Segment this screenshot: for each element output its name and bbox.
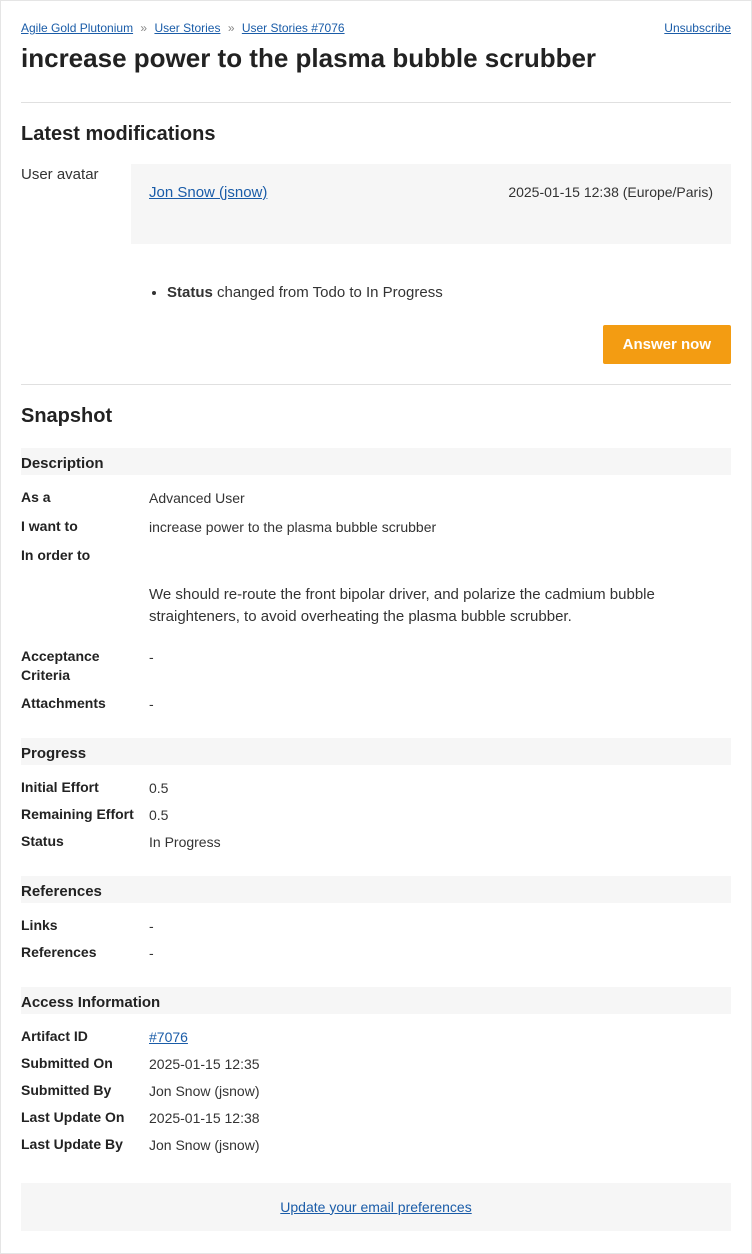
i-want-to-label: I want to (21, 517, 139, 537)
author-link[interactable]: Jon Snow (jsnow) (149, 184, 267, 201)
references-group-header: References (21, 876, 731, 903)
artifact-id-link[interactable]: #7076 (149, 1029, 188, 1045)
change-item: Status changed from Todo to In Progress (167, 284, 731, 301)
description-body: We should re-route the front bipolar dri… (149, 584, 731, 629)
remaining-effort-label: Remaining Effort (21, 805, 139, 825)
last-update-on-value: 2025-01-15 12:38 (149, 1108, 731, 1129)
access-group-header: Access Information (21, 987, 731, 1014)
description-group-header: Description (21, 448, 731, 475)
snapshot-heading: Snapshot (21, 405, 731, 428)
submitted-on-label: Submitted On (21, 1054, 139, 1074)
divider (21, 384, 731, 385)
breadcrumb-tracker[interactable]: User Stories (154, 21, 220, 35)
breadcrumb-sep: » (140, 21, 147, 35)
breadcrumb-item[interactable]: User Stories #7076 (242, 21, 345, 35)
status-value: In Progress (149, 832, 731, 853)
page-title: increase power to the plasma bubble scru… (21, 43, 731, 74)
artifact-id-label: Artifact ID (21, 1027, 139, 1047)
latest-modifications-heading: Latest modifications (21, 123, 731, 146)
attachments-value: - (149, 694, 731, 715)
breadcrumb: Agile Gold Plutonium » User Stories » Us… (21, 21, 345, 35)
acceptance-criteria-value: - (149, 647, 731, 668)
change-text: changed from Todo to In Progress (213, 284, 443, 301)
references-value: - (149, 943, 731, 964)
last-update-by-label: Last Update By (21, 1135, 139, 1155)
links-label: Links (21, 916, 139, 936)
submitted-by-value: Jon Snow (jsnow) (149, 1081, 731, 1102)
divider (21, 102, 731, 103)
change-list: Status changed from Todo to In Progress (149, 284, 731, 301)
access-header: Access Information (21, 994, 731, 1011)
update-preferences-link[interactable]: Update your email preferences (280, 1199, 471, 1215)
acceptance-criteria-label: Acceptance Criteria (21, 647, 139, 686)
breadcrumb-sep: » (228, 21, 235, 35)
remaining-effort-value: 0.5 (149, 805, 731, 826)
change-field: Status (167, 284, 213, 301)
progress-header: Progress (21, 745, 731, 762)
description-header: Description (21, 455, 731, 472)
in-order-to-label: In order to (21, 546, 139, 566)
breadcrumb-project[interactable]: Agile Gold Plutonium (21, 21, 133, 35)
i-want-to-value: increase power to the plasma bubble scru… (149, 517, 731, 538)
initial-effort-value: 0.5 (149, 778, 731, 799)
status-label: Status (21, 832, 139, 852)
references-label: References (21, 943, 139, 963)
links-value: - (149, 916, 731, 937)
submitted-on-value: 2025-01-15 12:35 (149, 1054, 731, 1075)
initial-effort-label: Initial Effort (21, 778, 139, 798)
submitted-by-label: Submitted By (21, 1081, 139, 1101)
attachments-label: Attachments (21, 694, 139, 714)
unsubscribe-link[interactable]: Unsubscribe (664, 21, 731, 35)
as-a-label: As a (21, 488, 139, 508)
last-update-on-label: Last Update On (21, 1108, 139, 1128)
as-a-value: Advanced User (149, 488, 731, 509)
answer-now-button[interactable]: Answer now (603, 325, 731, 364)
modification-card: Jon Snow (jsnow) 2025-01-15 12:38 (Europ… (131, 164, 731, 244)
modification-timestamp: 2025-01-15 12:38 (Europe/Paris) (508, 184, 713, 200)
progress-group-header: Progress (21, 738, 731, 765)
last-update-by-value: Jon Snow (jsnow) (149, 1135, 731, 1156)
avatar-placeholder: User avatar (21, 164, 111, 185)
references-header: References (21, 883, 731, 900)
footer-preferences-box: Update your email preferences (21, 1183, 731, 1231)
